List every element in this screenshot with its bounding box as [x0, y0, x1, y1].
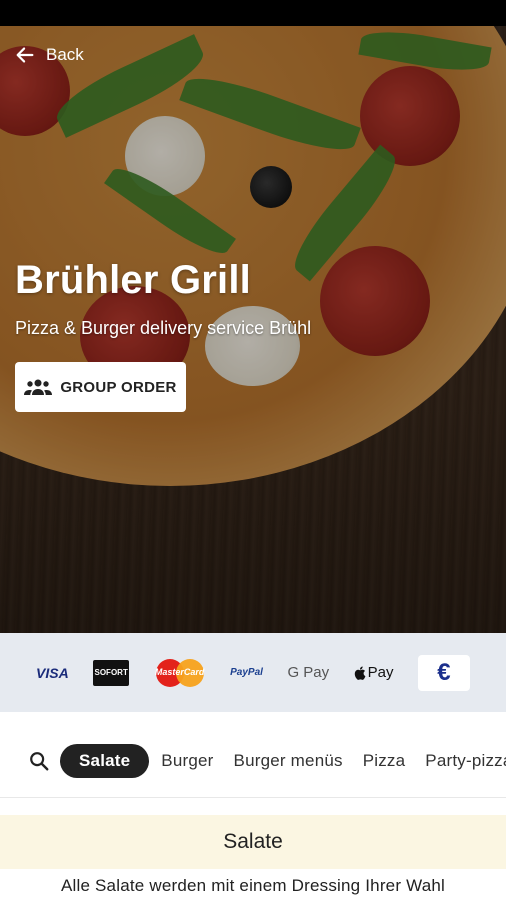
group-order-label: GROUP ORDER [60, 378, 177, 396]
section-header-salate: Salate [0, 815, 506, 869]
category-tab-salate[interactable]: Salate [60, 744, 150, 778]
category-tab-party-pizza[interactable]: Party-pizza [425, 751, 506, 771]
visa-logo: VISA [36, 664, 69, 681]
category-tab-burger[interactable]: Burger [161, 751, 213, 771]
apple-pay-logo: Pay [354, 664, 393, 681]
google-pay-logo: G Pay [287, 664, 330, 681]
payment-methods-bar: VISA SOFORT MasterCard PayPal G Pay Pay … [0, 633, 506, 712]
category-tabs: Salate Burger Burger menüs Pizza Party-p… [60, 744, 506, 778]
back-label: Back [46, 45, 84, 64]
section-description: Alle Salate werden mit einem Dressing Ih… [60, 876, 446, 895]
paypal-logo: PayPal [230, 667, 263, 678]
status-bar [0, 0, 506, 26]
group-order-button[interactable]: GROUP ORDER [15, 362, 186, 412]
search-icon[interactable] [28, 750, 50, 772]
category-tab-pizza[interactable]: Pizza [363, 751, 406, 771]
restaurant-subtitle: Pizza & Burger delivery service Brühl [15, 318, 312, 338]
group-icon [24, 379, 53, 395]
back-button[interactable]: Back [14, 44, 84, 66]
mastercard-logo: MasterCard [154, 657, 206, 689]
restaurant-title: Brühler Grill [15, 258, 251, 302]
section-title: Salate [223, 830, 283, 853]
category-bar: Salate Burger Burger menüs Pizza Party-p… [0, 712, 506, 798]
arrow-left-icon [16, 47, 34, 63]
cash-euro-logo: € [417, 654, 470, 691]
category-tab-burger-menus[interactable]: Burger menüs [234, 751, 343, 771]
sofort-logo: SOFORT [93, 659, 130, 686]
apple-icon [354, 665, 366, 680]
